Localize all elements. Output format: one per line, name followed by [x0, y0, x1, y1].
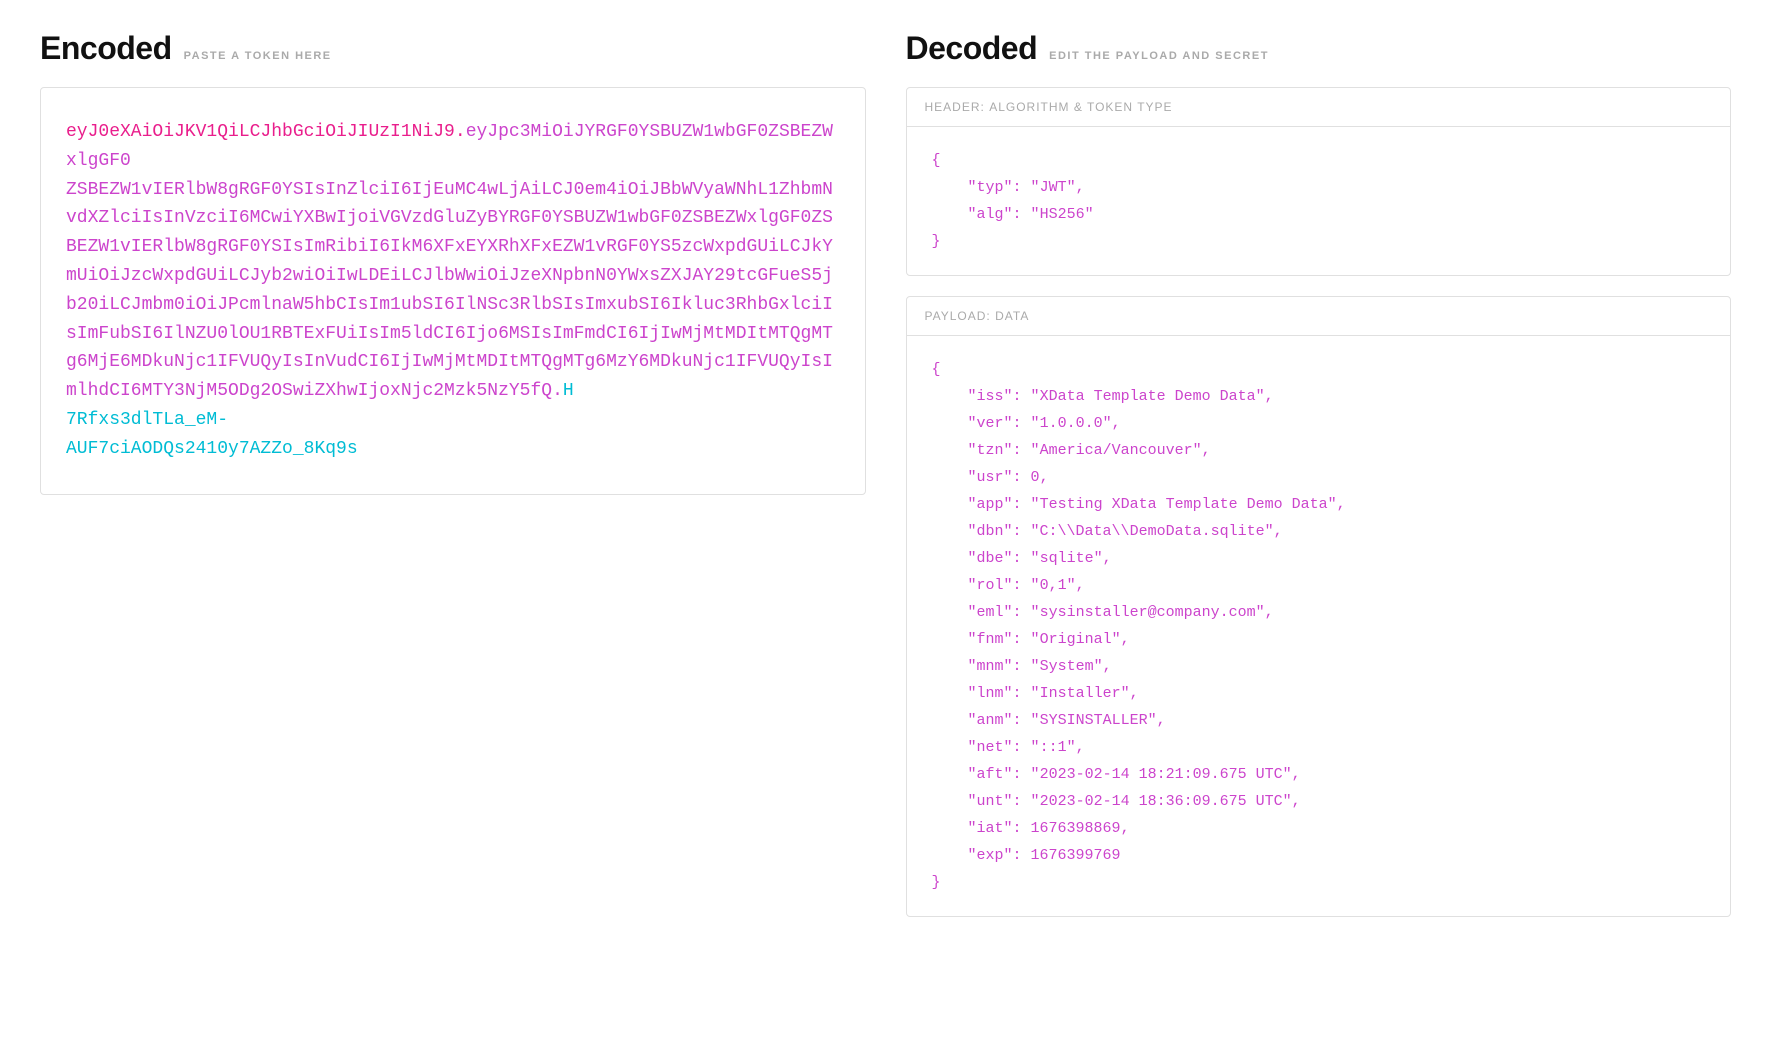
header-sublabel: ALGORITHM & TOKEN TYPE: [989, 100, 1172, 114]
payload-dbn-value: "C:\\Data\\DemoData.sqlite",: [1031, 523, 1283, 540]
header-close-brace: }: [932, 233, 941, 250]
payload-aft-value: "2023-02-14 18:21:09.675 UTC",: [1031, 766, 1301, 783]
payload-lnm-key: "lnm": [968, 685, 1013, 702]
header-section: HEADER: ALGORITHM & TOKEN TYPE { "typ": …: [906, 87, 1732, 276]
payload-unt-value: "2023-02-14 18:36:09.675 UTC",: [1031, 793, 1301, 810]
payload-exp-key: "exp": [968, 847, 1013, 864]
token-payload-part: eyJpc3MiOiJYRGF0YSBUZW1wbGF0ZSBEZWxlgGF0…: [66, 122, 833, 401]
payload-tzn-value: "America/Vancouver",: [1031, 442, 1211, 459]
payload-tzn-key: "tzn": [968, 442, 1013, 459]
payload-net-key: "net": [968, 739, 1013, 756]
payload-sublabel: DATA: [995, 309, 1029, 323]
header-typ-value: "JWT",: [1031, 179, 1085, 196]
payload-dbe-value: "sqlite",: [1031, 550, 1112, 567]
payload-fnm-value: "Original",: [1031, 631, 1130, 648]
payload-eml-value: "sysinstaller@company.com",: [1031, 604, 1274, 621]
payload-iss-value: "XData Template Demo Data",: [1031, 388, 1274, 405]
payload-app-value: "Testing XData Template Demo Data",: [1031, 496, 1346, 513]
header-label: HEADER:: [925, 100, 985, 114]
payload-aft-key: "aft": [968, 766, 1013, 783]
payload-rol-value: "0,1",: [1031, 577, 1085, 594]
header-section-label: HEADER: ALGORITHM & TOKEN TYPE: [907, 88, 1731, 127]
payload-anm-value: "SYSINSTALLER",: [1031, 712, 1166, 729]
header-alg-key: "alg": [968, 206, 1013, 223]
header-section-body[interactable]: { "typ": "JWT", "alg": "HS256" }: [907, 127, 1731, 275]
payload-label: PAYLOAD:: [925, 309, 991, 323]
payload-fnm-key: "fnm": [968, 631, 1013, 648]
payload-eml-key: "eml": [968, 604, 1013, 621]
payload-iss-key: "iss": [968, 388, 1013, 405]
payload-section-label: PAYLOAD: DATA: [907, 297, 1731, 336]
header-colon-1: :: [1013, 179, 1031, 196]
payload-dbn-key: "dbn": [968, 523, 1013, 540]
payload-iat-value: 1676398869: [1031, 820, 1121, 837]
payload-exp-value: 1676399769: [1031, 847, 1121, 864]
encoded-title: Encoded: [40, 30, 172, 67]
payload-dbe-key: "dbe": [968, 550, 1013, 567]
payload-anm-key: "anm": [968, 712, 1013, 729]
encoded-header: Encoded PASTE A TOKEN HERE: [40, 30, 866, 67]
encoded-panel: Encoded PASTE A TOKEN HERE eyJ0eXAiOiJKV…: [40, 30, 866, 1027]
payload-iat-key: "iat": [968, 820, 1013, 837]
payload-rol-key: "rol": [968, 577, 1013, 594]
payload-close-brace: }: [932, 874, 941, 891]
token-dot-1: .: [455, 122, 466, 142]
encoded-token-box[interactable]: eyJ0eXAiOiJKV1QiLCJhbGciOiJIUzI1NiJ9.eyJ…: [40, 87, 866, 495]
header-typ-key: "typ": [968, 179, 1013, 196]
payload-unt-key: "unt": [968, 793, 1013, 810]
payload-usr-value: 0: [1031, 469, 1040, 486]
payload-open-brace: {: [932, 361, 941, 378]
decoded-header: Decoded EDIT THE PAYLOAD AND SECRET: [906, 30, 1732, 67]
header-colon-2: :: [1013, 206, 1031, 223]
encoded-subtitle: PASTE A TOKEN HERE: [184, 50, 332, 62]
payload-mnm-value: "System",: [1031, 658, 1112, 675]
payload-ver-key: "ver": [968, 415, 1013, 432]
header-open-brace: {: [932, 152, 941, 169]
decoded-subtitle: EDIT THE PAYLOAD AND SECRET: [1049, 50, 1269, 62]
payload-mnm-key: "mnm": [968, 658, 1013, 675]
payload-lnm-value: "Installer",: [1031, 685, 1139, 702]
decoded-panel: Decoded EDIT THE PAYLOAD AND SECRET HEAD…: [906, 30, 1732, 1027]
token-dot-2: .: [552, 381, 563, 401]
payload-ver-value: "1.0.0.0",: [1031, 415, 1121, 432]
payload-section-body[interactable]: { "iss": "XData Template Demo Data", "ve…: [907, 336, 1731, 916]
payload-section: PAYLOAD: DATA { "iss": "XData Template D…: [906, 296, 1732, 917]
payload-net-value: "::1",: [1031, 739, 1085, 756]
payload-usr-key: "usr": [968, 469, 1013, 486]
header-alg-value: "HS256": [1031, 206, 1094, 223]
decoded-title: Decoded: [906, 30, 1038, 67]
token-header-part: eyJ0eXAiOiJKV1QiLCJhbGciOiJIUzI1NiJ9: [66, 122, 455, 142]
payload-app-key: "app": [968, 496, 1013, 513]
